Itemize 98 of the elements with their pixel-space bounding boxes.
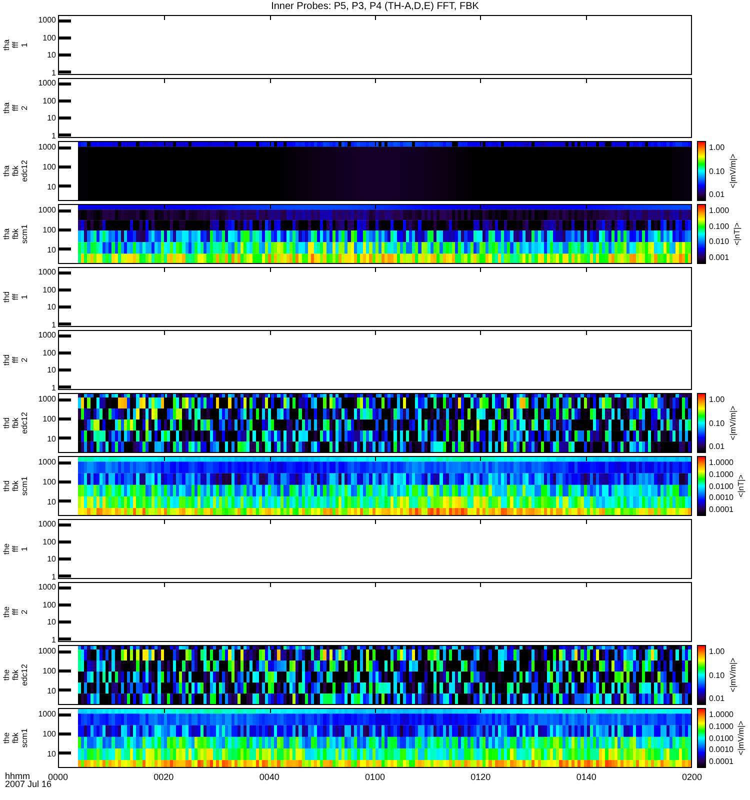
x-tick-label: 0040 [259, 772, 280, 782]
color-scale-label: 0.10 [709, 670, 725, 680]
panel-label: thd fff 2 [1, 352, 29, 368]
y-tick-label: 10 [47, 114, 56, 123]
y-tick-label: 1000 [38, 458, 56, 466]
y-tick-label: 10 [47, 497, 56, 506]
y-tick-label: 1 [52, 383, 56, 392]
color-scale-unit: <|mV/m|> [728, 154, 738, 188]
y-tick-label: 1 [52, 320, 56, 330]
y-tick-label: 100 [42, 285, 56, 294]
y-tick-label: 1000 [38, 206, 56, 214]
panel-label: thd fff 1 [1, 290, 29, 304]
y-tick-label: 100 [42, 537, 56, 546]
y-tick-label: 1000 [38, 519, 56, 528]
y-tick-label: 10 [47, 434, 56, 444]
color-scale-label: 1.00 [709, 395, 725, 404]
color-scale-label: 0.1000 [709, 470, 734, 479]
color-scale [697, 708, 706, 768]
y-tick-label: 10 [47, 749, 56, 758]
y-tick-label: 100 [42, 162, 56, 172]
color-scale-unit: <|mV/m|> [736, 720, 746, 756]
x-tick-label: 0020 [154, 772, 174, 782]
color-scale-label: 1.000 [709, 206, 730, 215]
y-tick-label: 1000 [38, 394, 56, 404]
color-scale-label: 0.001 [709, 252, 730, 262]
y-tick-label: 1000 [38, 582, 56, 592]
y-tick-label: 100 [42, 225, 56, 234]
color-scale-label: 0.1000 [709, 722, 734, 731]
y-tick-label: 1000 [38, 267, 56, 276]
color-scale-label: 0.100 [709, 222, 730, 231]
y-tick-label: 1000 [38, 710, 56, 718]
x-tick-label: 0120 [470, 772, 491, 782]
y-tick-label: 1 [52, 572, 56, 582]
y-tick-label: 1 [52, 68, 56, 78]
color-scale-unit: <|mV/m|> [728, 406, 738, 440]
color-scale-label: 0.0100 [709, 734, 734, 742]
color-scale-label: 0.10 [709, 166, 725, 176]
color-scale-label: 1.0000 [709, 710, 734, 719]
date-label: 2007 Jul 16 [5, 780, 52, 788]
color-scale-label: 0.010 [709, 237, 730, 246]
color-scale-label: 1.00 [709, 143, 725, 152]
x-tick-label: 0140 [576, 772, 596, 782]
y-tick-label: 1000 [38, 646, 56, 656]
y-tick-label: 10 [47, 554, 56, 564]
color-scale-label: 1.00 [709, 647, 725, 656]
y-tick-label: 1000 [38, 142, 56, 152]
panel-label: the fff 2 [1, 604, 29, 620]
y-tick-label: 100 [42, 666, 56, 676]
y-tick-label: 10 [47, 245, 56, 254]
y-tick-label: 10 [47, 686, 56, 696]
y-tick-label: 100 [42, 729, 56, 738]
plot-title: Inner Probes: P5, P3, P4 (TH-A,D,E) FFT, FBK [271, 0, 479, 13]
color-scale [697, 645, 706, 705]
panel-label: tha fff 2 [1, 100, 29, 116]
color-scale [697, 456, 706, 516]
x-tick-label: 0000 [48, 772, 68, 782]
panel-label: tha fff 1 [1, 38, 29, 52]
panel-label: thd fbk scm1 [1, 474, 29, 498]
color-scale-unit: <|mV/m|> [728, 658, 738, 692]
x-tick-label: 0200 [682, 772, 702, 782]
y-tick-label: 100 [42, 348, 56, 357]
y-tick-label: 100 [42, 477, 56, 486]
x-tick-label: 0100 [364, 772, 386, 782]
color-scale-label: 0.0001 [709, 757, 734, 766]
color-scale [697, 393, 706, 453]
color-scale-label: 0.0010 [709, 493, 734, 502]
color-scale-label: 0.10 [709, 418, 725, 428]
color-scale-label: 0.01 [709, 694, 725, 703]
y-tick-label: 100 [42, 600, 56, 609]
color-scale-unit: <|nT|> [732, 222, 742, 246]
color-scale-label: 0.01 [709, 442, 725, 451]
y-tick-label: 10 [47, 182, 56, 192]
color-scale-label: 0.0010 [709, 745, 734, 754]
panel-label: the fbk edc12 [1, 662, 29, 688]
y-tick-label: 100 [42, 414, 56, 424]
y-tick-label: 1 [52, 635, 56, 644]
panel-label: tha fbk scm1 [1, 222, 29, 246]
y-tick-label: 10 [47, 302, 56, 312]
y-tick-label: 1000 [38, 15, 56, 24]
y-tick-label: 1 [52, 131, 56, 140]
color-scale-label: 0.0100 [709, 482, 734, 490]
color-scale-label: 1.0000 [709, 458, 734, 467]
panel-label: the fbk scm1 [1, 726, 29, 750]
panel-label: tha fbk edc12 [1, 158, 29, 184]
y-tick-label: 1000 [38, 78, 56, 88]
color-scale-label: 0.01 [709, 190, 725, 199]
y-tick-label: 100 [42, 96, 56, 105]
color-scale [697, 141, 706, 201]
y-tick-label: 100 [42, 33, 56, 42]
y-tick-label: 10 [47, 366, 56, 375]
y-tick-label: 10 [47, 618, 56, 627]
y-tick-label: 1000 [38, 330, 56, 340]
panel-label: the fff 1 [1, 542, 29, 556]
color-scale [697, 204, 706, 264]
color-scale-unit: <|nT|> [736, 474, 746, 498]
panel-label: thd fbk edc12 [1, 410, 29, 436]
y-tick-label: 10 [47, 50, 56, 60]
color-scale-label: 0.0001 [709, 505, 734, 514]
